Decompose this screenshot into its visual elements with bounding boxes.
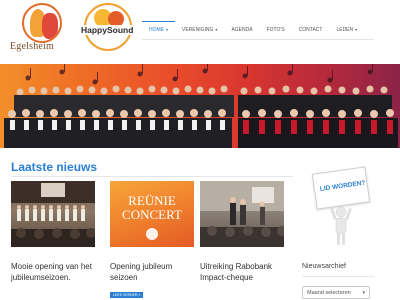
egelsheim-logo[interactable]: Egelsheim (8, 3, 72, 59)
lid-worden-text: LID WORDEN? (319, 179, 366, 193)
nav-item-label: LEDEN (336, 27, 354, 33)
happysound-logo-name: HappySound (80, 25, 135, 35)
archive-month-select[interactable]: Maand selecteren ▾ (302, 286, 370, 299)
nav-item-vereniging[interactable]: VERENIGING ▾ (175, 22, 224, 38)
main-nav: HOME ▾ VERENIGING ▾ AGENDA FOTO'S CONTACT … (142, 21, 364, 38)
nav-item-label: CONTACT (298, 27, 323, 33)
news-section-title: Laatste nieuws (11, 160, 98, 174)
chevron-down-icon: ▾ (362, 290, 365, 296)
nav-divider (142, 39, 374, 40)
news-card[interactable]: Uitreiking Rabobank Impact-cheque (200, 181, 284, 283)
news-card-image[interactable] (11, 181, 95, 247)
lid-worden-banner[interactable]: LID WORDEN? (300, 166, 378, 250)
news-card-image[interactable] (200, 181, 284, 247)
news-card-title[interactable]: Uitreiking Rabobank Impact-cheque (200, 262, 284, 283)
egelsheim-logo-name: Egelsheim (10, 41, 55, 52)
happysound-logo[interactable]: HappySound (76, 3, 140, 59)
music-notes-decoration (25, 64, 373, 85)
nav-item-label: AGENDA (231, 27, 253, 33)
nav-item-home[interactable]: HOME ▾ (142, 21, 176, 38)
nav-item-fotos[interactable]: FOTO'S (260, 22, 292, 38)
cheque-presentation-photo (200, 181, 284, 247)
chevron-down-icon: ▾ (166, 27, 169, 32)
site-header: Egelsheim HappySound HOME ▾ VERENIGING ▾ A… (0, 0, 400, 62)
archive-title: Nieuwsarchief (302, 263, 346, 270)
news-section-divider (11, 176, 293, 177)
news-card-title[interactable]: Opening jubileum seizoen (110, 262, 194, 283)
nav-item-contact[interactable]: CONTACT (292, 22, 330, 38)
nav-item-leden[interactable]: LEDEN ▾ (329, 22, 364, 38)
archive-divider (302, 276, 374, 277)
egelsheim-logo-mark (22, 3, 62, 43)
news-card[interactable]: Reünie Concert Opening jubileum seizoen … (110, 181, 194, 300)
archive-select-value: Maand selecteren (307, 290, 351, 296)
choir-group-illustration (4, 64, 398, 148)
news-card[interactable]: Mooie opening van het jubileumseizoen. (11, 181, 95, 283)
person-holding-sign-icon (330, 206, 352, 245)
read-more-link[interactable]: Lees verder » (110, 292, 144, 298)
poster-logo-icon (146, 228, 158, 240)
nav-item-label: HOME (149, 27, 164, 33)
news-card-image[interactable]: Reünie Concert (110, 181, 194, 247)
nav-item-label: VERENIGING (182, 27, 214, 33)
lid-worden-sign: LID WORDEN? (311, 166, 371, 210)
chevron-down-icon: ▾ (215, 27, 218, 32)
news-card-title[interactable]: Mooie opening van het jubileumseizoen. (11, 262, 95, 283)
stage-choir-photo (11, 181, 95, 247)
concert-poster-line2: Concert (122, 207, 182, 222)
nav-item-agenda[interactable]: AGENDA (224, 22, 259, 38)
hero-banner-choir-photo (0, 64, 400, 148)
chevron-down-icon: ▾ (355, 27, 358, 32)
nav-item-label: FOTO'S (266, 27, 285, 33)
